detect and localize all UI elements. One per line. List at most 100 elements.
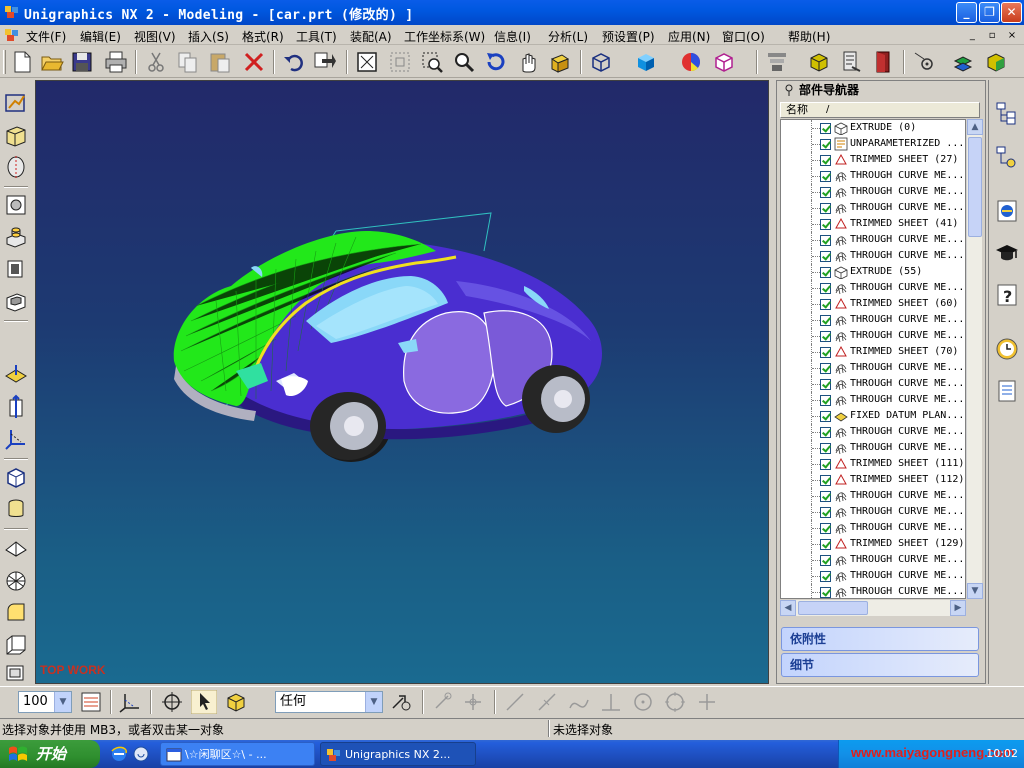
scroll-down-button[interactable]: ▼ (967, 583, 983, 599)
chamfer-icon[interactable] (3, 632, 29, 658)
blend-icon[interactable] (3, 600, 29, 626)
visibility-checkbox[interactable] (820, 379, 831, 390)
visibility-checkbox[interactable] (820, 363, 831, 374)
feature-tree-row[interactable]: EXTRUDE (55) (781, 264, 965, 280)
feature-tree-row[interactable]: TRIMMED SHEET (112) (781, 472, 965, 488)
clock[interactable]: 10:02 (986, 747, 1018, 760)
visibility-checkbox[interactable] (820, 507, 831, 518)
layer-settings-icon[interactable] (78, 690, 104, 714)
color-icon[interactable] (678, 49, 704, 75)
component-icon[interactable] (983, 49, 1009, 75)
shaded-icon[interactable] (633, 49, 659, 75)
feature-tree-row[interactable]: THROUGH CURVE ME... (781, 488, 965, 504)
visibility-checkbox[interactable] (820, 395, 831, 406)
scroll-left-button[interactable]: ◀ (780, 600, 796, 616)
menu-file[interactable]: 文件(F) (26, 28, 66, 45)
exit-icon[interactable] (870, 49, 896, 75)
snap-icon[interactable] (911, 49, 937, 75)
details-panel[interactable]: 细节 (781, 653, 979, 677)
snap-end-icon[interactable] (502, 690, 528, 714)
shell-icon[interactable] (3, 660, 29, 686)
assembly-navigator-icon[interactable] (994, 144, 1020, 170)
internet-explorer-icon[interactable] (994, 198, 1020, 224)
open-icon[interactable] (39, 49, 65, 75)
pad-icon[interactable] (3, 256, 29, 282)
solid-body-icon[interactable] (223, 690, 249, 714)
visibility-checkbox[interactable] (820, 155, 831, 166)
feature-tree-row[interactable]: THROUGH CURVE ME... (781, 392, 965, 408)
visibility-checkbox[interactable] (820, 267, 831, 278)
hscroll-thumb[interactable] (798, 601, 868, 615)
zoom-icon[interactable] (451, 49, 477, 75)
chevron-down-icon[interactable]: ▼ (365, 692, 382, 712)
csys-icon[interactable] (3, 426, 29, 452)
delete-icon[interactable] (241, 49, 267, 75)
revolve-icon[interactable] (3, 154, 29, 180)
feature-tree-row[interactable]: THROUGH CURVE ME... (781, 376, 965, 392)
visibility-checkbox[interactable] (820, 475, 831, 486)
zoom-fit-icon[interactable] (419, 49, 445, 75)
zoom-select[interactable]: 100 ▼ (18, 691, 72, 713)
feature-icon[interactable] (951, 49, 977, 75)
feature-tree-row[interactable]: THROUGH CURVE ME... (781, 568, 965, 584)
datum-axis-icon[interactable] (3, 394, 29, 420)
snap-curve-icon[interactable] (566, 690, 592, 714)
wireframe-icon[interactable] (588, 49, 614, 75)
help-icon[interactable]: ? (994, 282, 1020, 308)
zoom-window-icon[interactable] (387, 49, 413, 75)
datum-plane-icon[interactable] (3, 362, 29, 388)
visibility-checkbox[interactable] (820, 251, 831, 262)
scroll-thumb[interactable] (968, 137, 982, 237)
menu-wcs[interactable]: 工作坐标系(W) (404, 28, 485, 45)
copy-icon[interactable] (175, 49, 201, 75)
save-icon[interactable] (69, 49, 95, 75)
sketch-icon[interactable] (3, 90, 29, 116)
menu-edit[interactable]: 编辑(E) (80, 28, 121, 45)
name-column-header[interactable]: 名称 / (780, 102, 980, 118)
visibility-checkbox[interactable] (820, 331, 831, 342)
sphere-icon[interactable] (3, 568, 29, 594)
visibility-checkbox[interactable] (820, 203, 831, 214)
menu-help[interactable]: 帮助(H) (788, 28, 830, 45)
feature-tree-row[interactable]: EXTRUDE (0) (781, 120, 965, 136)
visibility-checkbox[interactable] (820, 347, 831, 358)
crosshair-icon[interactable] (159, 690, 185, 714)
feature-tree-row[interactable]: THROUGH CURVE ME... (781, 328, 965, 344)
print-icon[interactable] (103, 49, 129, 75)
boss-icon[interactable] (3, 224, 29, 250)
snap-perpendicular-icon[interactable] (598, 690, 624, 714)
taskbar-item-unigraphics[interactable]: Unigraphics NX 2... (320, 742, 476, 766)
feature-tree-row[interactable]: UNPARAMETERIZED ... (781, 136, 965, 152)
visibility-checkbox[interactable] (820, 219, 831, 230)
feature-tree-row[interactable]: THROUGH CURVE ME... (781, 552, 965, 568)
car-model[interactable] (36, 81, 769, 684)
feature-tree-row[interactable]: THROUGH CURVE ME... (781, 520, 965, 536)
feature-tree-row[interactable]: THROUGH CURVE ME... (781, 280, 965, 296)
tree-vertical-scrollbar[interactable]: ▲ ▼ (966, 119, 983, 599)
feature-tree-row[interactable]: THROUGH CURVE ME... (781, 200, 965, 216)
feature-tree-row[interactable]: TRIMMED SHEET (111) (781, 456, 965, 472)
feature-tree-row[interactable]: FIXED DATUM PLAN... (781, 408, 965, 424)
start-button[interactable]: 开始 (0, 740, 100, 768)
feature-tree-row[interactable]: THROUGH CURVE ME... (781, 424, 965, 440)
mdi-restore-button[interactable]: ▫ (984, 29, 1000, 43)
part-navigator-icon[interactable] (994, 100, 1020, 126)
new-icon[interactable] (9, 49, 35, 75)
feature-tree[interactable]: EXTRUDE (0) UNPARAMETERIZED ... TRIMMED SH… (780, 119, 966, 599)
mdi-minimize-button[interactable]: _ (964, 29, 980, 43)
menu-view[interactable]: 视图(V) (134, 28, 176, 45)
rotate-icon[interactable] (483, 49, 509, 75)
visibility-checkbox[interactable] (820, 299, 831, 310)
snap-mid-icon[interactable] (534, 690, 560, 714)
extrude-icon[interactable] (3, 122, 29, 148)
paste-icon[interactable] (207, 49, 233, 75)
visibility-checkbox[interactable] (820, 171, 831, 182)
menu-format[interactable]: 格式(R) (242, 28, 284, 45)
roles-icon[interactable] (994, 378, 1020, 404)
quick-pick-icon[interactable] (430, 690, 456, 714)
menu-insert[interactable]: 插入(S) (188, 28, 229, 45)
fit-icon[interactable] (354, 49, 380, 75)
visibility-checkbox[interactable] (820, 443, 831, 454)
visibility-checkbox[interactable] (820, 427, 831, 438)
perspective-icon[interactable] (547, 49, 573, 75)
